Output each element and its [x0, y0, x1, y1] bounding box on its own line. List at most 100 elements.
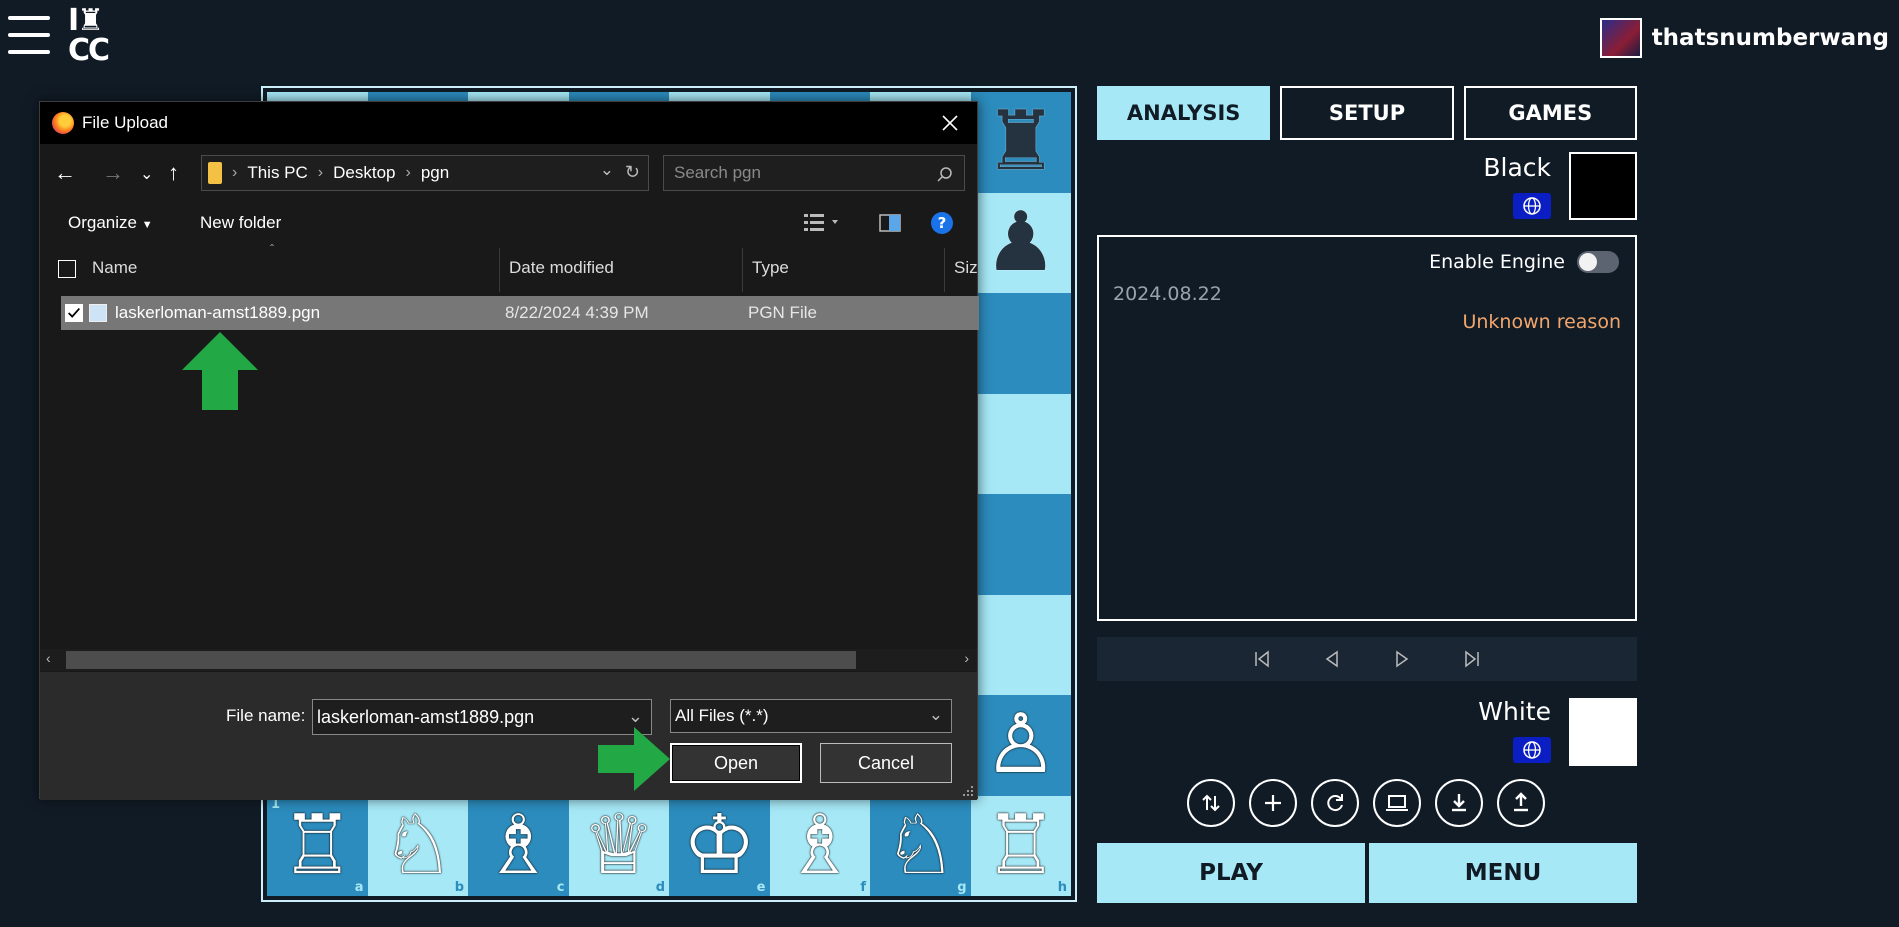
file-label: b	[454, 880, 464, 895]
breadcrumb-this-pc[interactable]: This PC	[247, 163, 307, 183]
site-logo[interactable]: I♜ CC	[68, 6, 128, 68]
file-checkbox[interactable]	[65, 304, 83, 322]
resize-grip-icon[interactable]	[962, 785, 974, 797]
last-move-icon[interactable]	[1463, 650, 1481, 668]
file-row[interactable]: laskerloman-amst1889.pgn 8/22/2024 4:39 …	[61, 296, 979, 330]
search-placeholder: Search pgn	[674, 163, 761, 182]
folder-icon	[208, 162, 222, 184]
file-label: d	[655, 880, 665, 895]
col-date-modified[interactable]: Date modified	[509, 258, 614, 278]
square-g1[interactable]: ♘ g	[870, 795, 971, 896]
menu-button[interactable]: MENU	[1369, 843, 1637, 903]
square-h4[interactable]	[970, 494, 1071, 595]
flip-board-icon[interactable]	[1187, 779, 1235, 827]
address-dropdown-icon[interactable]: ⌄	[600, 160, 614, 180]
cancel-button[interactable]: Cancel	[820, 743, 952, 783]
new-folder-button[interactable]: New folder	[200, 213, 281, 233]
breadcrumb-pgn[interactable]: pgn	[421, 163, 449, 183]
view-options-icon[interactable]	[802, 212, 842, 234]
white-piece-e1[interactable]: ♔	[682, 804, 756, 887]
organize-button[interactable]: Organize ▼	[68, 213, 153, 233]
engine-toggle-row: Enable Engine	[1429, 251, 1619, 273]
square-e1[interactable]: ♔ e	[669, 795, 770, 896]
file-type-select[interactable]: All Files (*.*) ⌄	[670, 699, 952, 733]
open-button[interactable]: Open	[670, 743, 802, 783]
menu-hamburger-icon[interactable]	[8, 16, 50, 56]
square-b1[interactable]: ♘ b	[367, 795, 468, 896]
forward-arrow-icon[interactable]: →	[102, 160, 124, 186]
play-button[interactable]: PLAY	[1097, 843, 1365, 903]
avatar[interactable]	[1599, 18, 1642, 58]
add-icon[interactable]	[1249, 779, 1297, 827]
engine-label: Enable Engine	[1429, 251, 1565, 273]
select-all-checkbox[interactable]	[58, 260, 76, 278]
square-d1[interactable]: ♕ d	[568, 795, 669, 896]
dialog-title: File Upload	[82, 113, 168, 132]
tool-buttons	[1187, 779, 1545, 827]
download-icon[interactable]	[1435, 779, 1483, 827]
white-piece-f1[interactable]: ♗	[783, 804, 857, 887]
user-profile[interactable]: thatsnumberwang	[1599, 18, 1889, 58]
back-arrow-icon[interactable]: ←	[54, 160, 76, 186]
column-divider	[742, 248, 743, 292]
square-h8[interactable]: ♜	[970, 92, 1071, 193]
column-divider	[944, 248, 945, 292]
address-bar[interactable]: › This PC › Desktop › pgn ⌄ ↻	[201, 155, 649, 191]
white-piece-b1[interactable]: ♘	[381, 804, 455, 887]
refresh-icon[interactable]: ↻	[625, 162, 640, 183]
file-name: laskerloman-amst1889.pgn	[115, 303, 321, 322]
scrollbar-thumb[interactable]	[66, 651, 856, 669]
bottom-buttons: PLAY MENU	[1097, 843, 1637, 903]
up-arrow-icon[interactable]: ↑	[168, 160, 179, 186]
reset-icon[interactable]	[1311, 779, 1359, 827]
file-type-value: All Files (*.*)	[675, 706, 769, 725]
white-piece-g1[interactable]: ♘	[883, 804, 957, 887]
scroll-left-icon[interactable]: ‹	[46, 650, 51, 666]
square-h5[interactable]	[970, 393, 1071, 494]
file-date: 8/22/2024 4:39 PM	[505, 303, 649, 322]
square-h7[interactable]: ♟	[970, 192, 1071, 293]
dialog-footer: File name: laskerloman-amst1889.pgn ⌄ Al…	[40, 672, 977, 800]
close-icon[interactable]	[937, 110, 963, 136]
col-name[interactable]: Name	[92, 258, 137, 278]
black-piece-h8[interactable]: ♜	[984, 101, 1058, 183]
square-h3[interactable]	[970, 594, 1071, 695]
chevron-right-icon: ›	[405, 164, 411, 181]
next-move-icon[interactable]	[1393, 650, 1411, 668]
white-piece-h2[interactable]: ♙	[984, 704, 1058, 786]
square-h6[interactable]	[970, 293, 1071, 394]
upload-icon[interactable]	[1497, 779, 1545, 827]
sort-ascending-icon: ˆ	[270, 242, 274, 256]
recent-locations-chevron-icon[interactable]: ⌄	[140, 164, 153, 184]
prev-move-icon[interactable]	[1323, 650, 1341, 668]
first-move-icon[interactable]	[1253, 650, 1271, 668]
col-type[interactable]: Type	[752, 258, 789, 278]
square-f1[interactable]: ♗ f	[769, 795, 870, 896]
square-a1[interactable]: ♖ a 1	[267, 795, 368, 896]
square-h1[interactable]: ♖ h	[970, 795, 1071, 896]
white-piece-a1[interactable]: ♖	[280, 804, 354, 887]
search-input[interactable]: Search pgn	[663, 155, 965, 191]
tab-setup[interactable]: SETUP	[1280, 86, 1454, 140]
tab-analysis[interactable]: ANALYSIS	[1097, 86, 1271, 140]
search-icon	[937, 167, 952, 182]
square-h2[interactable]: ♙	[970, 695, 1071, 796]
horizontal-scrollbar[interactable]: ‹ ›	[40, 649, 977, 671]
help-icon[interactable]: ?	[930, 211, 954, 235]
white-piece-c1[interactable]: ♗	[481, 804, 555, 887]
chevron-down-icon[interactable]: ⌄	[628, 706, 643, 727]
scroll-right-icon[interactable]: ›	[964, 650, 969, 666]
tab-games[interactable]: GAMES	[1463, 86, 1637, 140]
engine-toggle[interactable]	[1577, 251, 1619, 273]
dialog-titlebar[interactable]: File Upload	[40, 102, 977, 144]
white-piece-h1[interactable]: ♖	[984, 804, 1058, 887]
username[interactable]: thatsnumberwang	[1652, 25, 1889, 51]
col-size[interactable]: Size	[954, 258, 978, 278]
black-piece-h7[interactable]: ♟	[984, 201, 1058, 284]
square-c1[interactable]: ♗ c	[468, 795, 569, 896]
computer-icon[interactable]	[1373, 779, 1421, 827]
breadcrumb-desktop[interactable]: Desktop	[333, 163, 395, 183]
preview-pane-icon[interactable]	[878, 212, 902, 234]
filename-label: File name:	[226, 706, 306, 725]
white-piece-d1[interactable]: ♕	[582, 804, 656, 887]
